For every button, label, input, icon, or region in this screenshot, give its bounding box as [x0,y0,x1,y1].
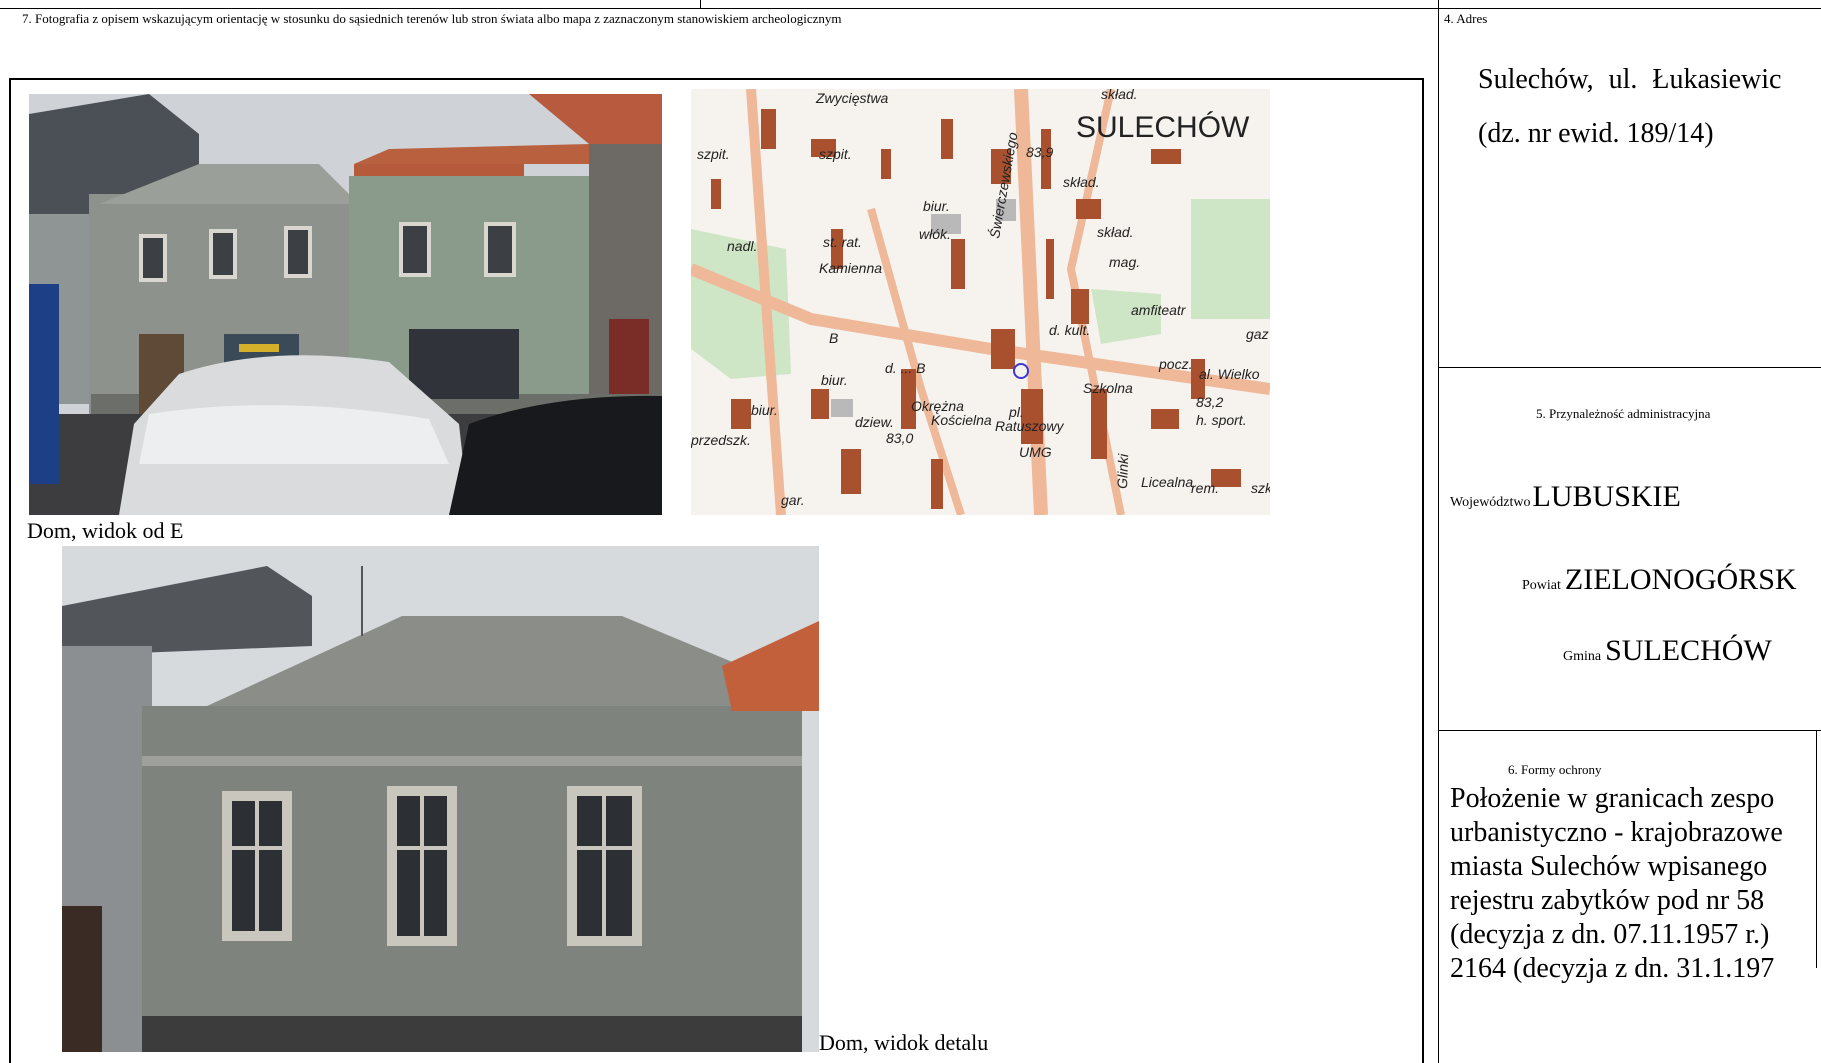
protection-line-1: Położenie w granicach zespo [1450,783,1775,814]
protection-line-4: rejestru zabytków pod nr 58 [1450,885,1765,916]
svg-text:amfiteatr: amfiteatr [1131,302,1187,318]
location-map: Zwycięstwa skład. szpit. szpit. 83,9 skł… [691,89,1270,515]
address-line-2: (dz. nr ewid. 189/14) [1478,118,1714,149]
svg-text:UMG: UMG [1019,444,1052,460]
svg-text:gar.: gar. [781,492,805,508]
top-tick [700,0,701,8]
svg-text:Ratuszowy: Ratuszowy [995,418,1064,434]
svg-text:Kościelna: Kościelna [931,412,992,428]
address-line-1: Sulechów, ul. Łukasiewic [1478,64,1782,95]
photo1-caption: Dom, widok od E [27,518,184,543]
commune-row: Gmina SULECHÓW [1563,634,1772,668]
county-row: Powiat ZIELONOGÓRSK [1522,563,1797,597]
svg-text:mag.: mag. [1109,254,1140,270]
svg-text:szpit.: szpit. [697,146,730,162]
protection-text: Położenie w granicach zespo urbanistyczn… [1450,782,1783,986]
commune-value: SULECHÓW [1605,634,1772,667]
svg-text:Zwycięstwa: Zwycięstwa [815,90,889,106]
svg-text:d. kult.: d. kult. [1049,322,1090,338]
voivodeship-value: LUBUSKIE [1532,480,1681,513]
admin-label: 5. Przynależność administracyjna [1536,406,1711,421]
panel-divider [1438,0,1439,1063]
svg-text:rem.: rem. [1191,480,1219,496]
svg-text:al. Wielko: al. Wielko [1199,366,1260,382]
address-label: 4. Adres [1444,11,1488,26]
svg-text:st. rat.: st. rat. [823,234,862,250]
svg-text:biur.: biur. [923,198,950,214]
svg-text:d. ... B: d. ... B [885,360,925,376]
svg-text:Licealna: Licealna [1141,474,1193,490]
svg-text:szpit.: szpit. [819,146,852,162]
svg-text:B: B [829,330,838,346]
svg-text:szk: szk [1251,480,1270,496]
protection-line-5: (decyzja z dn. 07.11.1957 r.) [1450,919,1770,950]
svg-text:83,2: 83,2 [1196,394,1223,410]
svg-text:skład.: skład. [1063,174,1100,190]
section-7-label: 7. Fotografia z opisem wskazującym orien… [22,11,842,26]
protection-label: 6. Formy ochrony [1508,762,1602,777]
photo2-caption: Dom, widok detalu [819,1030,989,1055]
admin-bottom-line [1438,730,1821,731]
svg-text:dziew.: dziew. [855,414,894,430]
map-town-name: SULECHÓW [1076,111,1250,144]
svg-text:skład.: skład. [1101,89,1138,102]
svg-text:nadl.: nadl. [727,238,757,254]
svg-text:włók.: włók. [919,226,951,242]
voivodeship-label: Województwo [1450,495,1531,510]
svg-text:pocz.: pocz. [1158,356,1192,372]
protection-line-2: urbanistyczno - krajobrazowe [1450,817,1783,848]
protection-line-3: miasta Sulechów wpisanego [1450,851,1768,882]
svg-text:Kamienna: Kamienna [819,260,882,276]
voivodeship-row: WojewództwoLUBUSKIE [1450,480,1681,514]
svg-text:biur.: biur. [821,372,848,388]
svg-text:Glinki: Glinki [1114,453,1131,489]
county-label: Powiat [1522,578,1561,593]
svg-text:83,9: 83,9 [1026,144,1053,160]
svg-text:Szkolna: Szkolna [1083,380,1133,396]
county-value: ZIELONOGÓRSK [1564,563,1797,596]
svg-text:83,0: 83,0 [886,430,913,446]
protection-line-6: 2164 (decyzja z dn. 31.1.197 [1450,953,1775,984]
svg-text:skład.: skład. [1097,224,1134,240]
house-east-view-photo [29,94,662,515]
svg-text:h. sport.: h. sport. [1196,412,1247,428]
svg-text:przedszk.: przedszk. [691,432,751,448]
top-border-line [0,8,1821,9]
protection-margin-line [1816,730,1817,968]
address-bottom-line [1438,367,1821,368]
svg-text:gaz: gaz [1246,326,1269,342]
commune-label: Gmina [1563,649,1602,664]
house-detail-photo [62,546,819,1052]
svg-text:biur.: biur. [751,402,778,418]
